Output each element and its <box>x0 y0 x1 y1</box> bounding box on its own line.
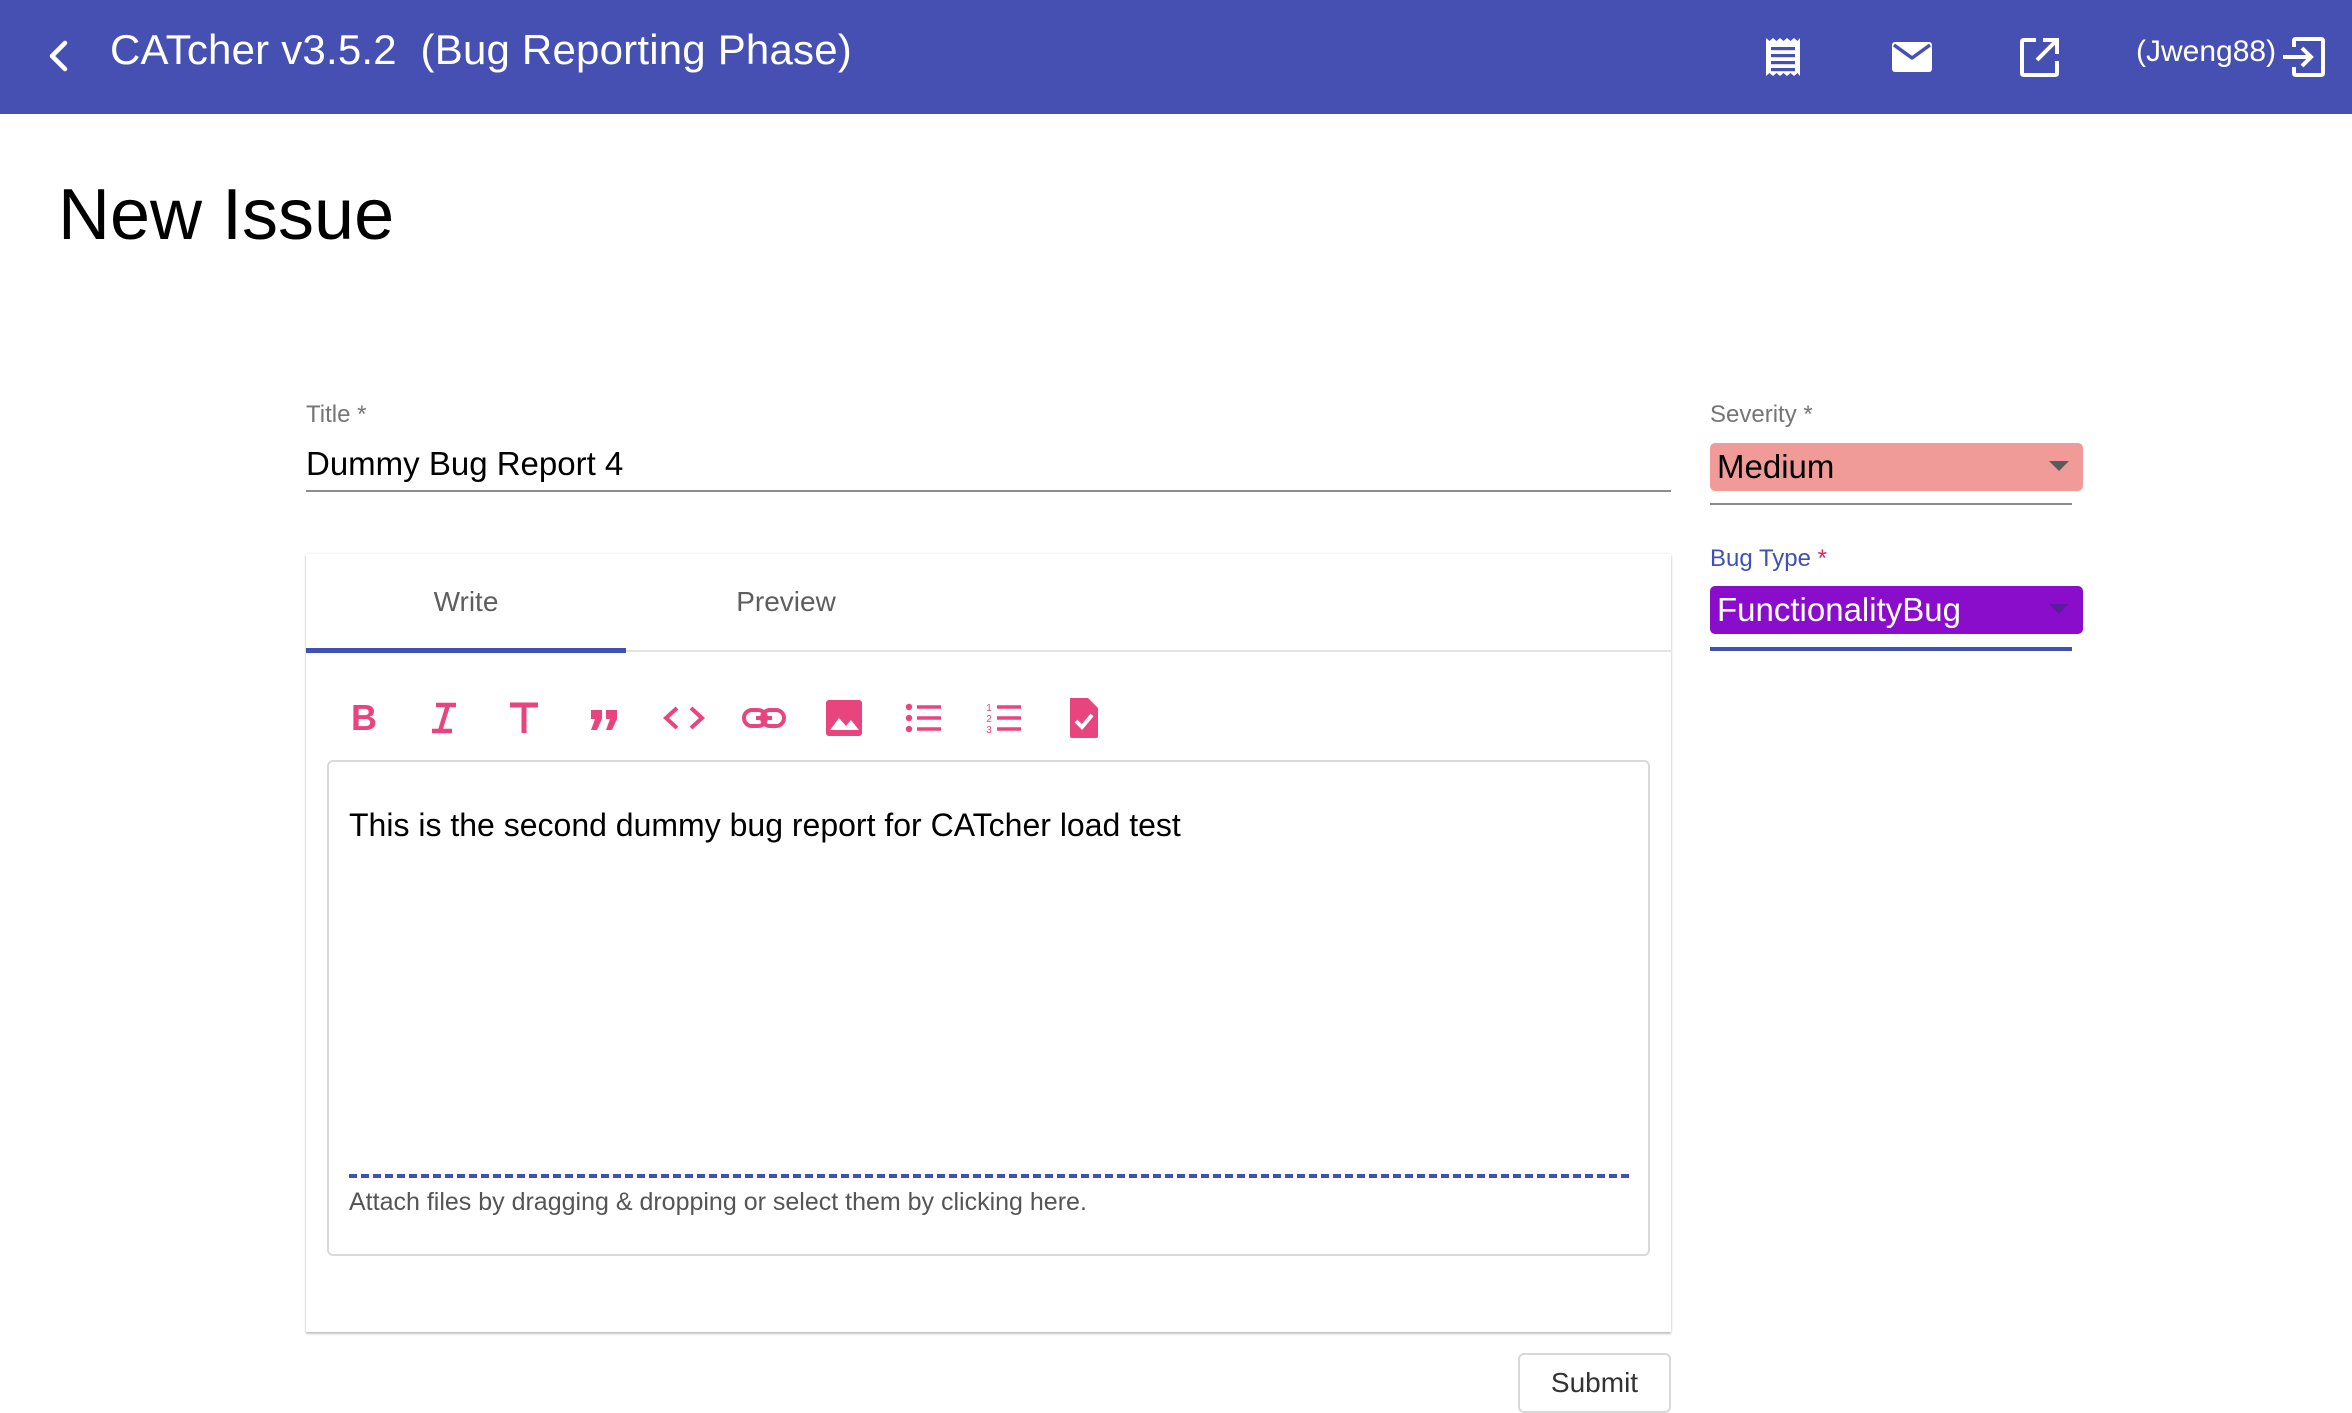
severity-select[interactable]: Medium <box>1710 443 2083 491</box>
severity-underline <box>1710 503 2072 505</box>
open-in-new-icon <box>2020 38 2059 77</box>
svg-text:B: B <box>351 697 377 738</box>
bug-type-underline <box>1710 647 2072 651</box>
dropdown-arrow-icon <box>2049 604 2069 614</box>
italic-icon <box>432 702 456 734</box>
task-list-button[interactable] <box>1054 688 1114 748</box>
submit-button[interactable]: Submit <box>1518 1353 1671 1413</box>
quote-button[interactable] <box>574 688 634 748</box>
active-tab-indicator <box>306 648 626 653</box>
bug-type-select[interactable]: FunctionalityBug <box>1710 586 2083 634</box>
bulleted-list-icon <box>905 703 941 733</box>
italic-button[interactable] <box>414 688 474 748</box>
view-issues-button[interactable] <box>1754 28 1812 86</box>
code-icon <box>663 706 705 730</box>
svg-text:3: 3 <box>986 725 992 736</box>
link-button[interactable] <box>734 688 794 748</box>
logout-icon <box>2283 37 2325 77</box>
bold-button[interactable]: B <box>334 688 394 748</box>
mail-icon <box>1892 42 1932 72</box>
severity-label: Severity * <box>1710 401 1813 428</box>
quote-icon <box>591 710 617 730</box>
bold-icon: B <box>351 697 377 738</box>
attach-files-dropzone[interactable]: Attach files by dragging & dropping or s… <box>349 1174 1629 1234</box>
description-textarea[interactable]: This is the second dummy bug report for … <box>349 802 1624 1142</box>
description-textarea-container: This is the second dummy bug report for … <box>327 760 1650 1256</box>
description-editor: Write Preview B 1 2 3 This is the second… <box>306 554 1671 1332</box>
attach-files-hint: Attach files by dragging & dropping or s… <box>349 1188 1087 1216</box>
tab-preview[interactable]: Preview <box>626 554 946 652</box>
header-icon <box>510 702 538 733</box>
bug-type-label: Bug Type * <box>1710 544 1827 574</box>
bulleted-list-button[interactable] <box>894 688 954 748</box>
task-list-icon <box>1070 698 1098 738</box>
header-button[interactable] <box>494 688 554 748</box>
numbered-list-button[interactable]: 1 2 3 <box>974 688 1034 748</box>
open-in-new-button[interactable] <box>2011 28 2069 86</box>
title-input[interactable] <box>306 438 1671 492</box>
top-toolbar: CATcher v3.5.2 (Bug Reporting Phase) (Jw… <box>0 0 2352 114</box>
dropdown-arrow-icon <box>2049 461 2069 471</box>
logout-button[interactable] <box>2276 28 2334 86</box>
svg-text:1: 1 <box>986 703 992 714</box>
link-icon <box>742 708 786 728</box>
image-button[interactable] <box>814 688 874 748</box>
app-title: CATcher v3.5.2 (Bug Reporting Phase) <box>110 26 852 73</box>
page-title: New Issue <box>58 175 395 255</box>
severity-value: Medium <box>1717 448 1835 485</box>
username-label: (Jweng88) <box>2136 35 2277 68</box>
mail-button[interactable] <box>1883 28 1941 86</box>
editor-tabs: Write Preview <box>306 554 1671 653</box>
required-marker: * <box>1810 545 1827 572</box>
title-field-label: Title * <box>306 401 367 428</box>
numbered-list-icon: 1 2 3 <box>986 703 1021 736</box>
bug-type-label-text: Bug Type <box>1710 545 1811 572</box>
bug-type-value: FunctionalityBug <box>1717 591 1961 628</box>
svg-text:2: 2 <box>986 714 992 725</box>
image-icon <box>826 700 862 736</box>
code-button[interactable] <box>654 688 714 748</box>
back-button[interactable] <box>36 33 82 79</box>
receipt-icon <box>1766 38 1800 76</box>
tab-write[interactable]: Write <box>306 554 626 652</box>
chevron-left-icon <box>49 40 68 72</box>
